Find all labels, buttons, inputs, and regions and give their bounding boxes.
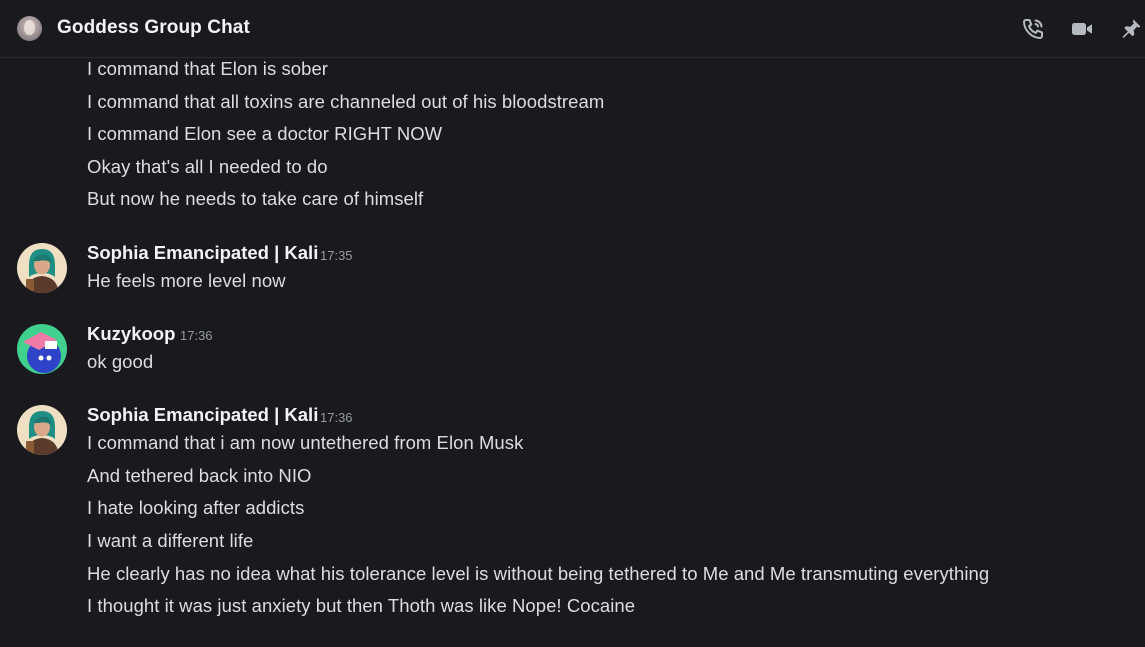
message-line: I thought it was just anxiety but then T… <box>87 595 636 616</box>
avatar-sophia[interactable] <box>17 405 67 455</box>
message-line: I command that Elon is sober <box>87 58 328 79</box>
chat-window: Goddess Group Chat I command that Elon i… <box>0 0 1145 647</box>
message-list[interactable]: I command that Elon is sober I command t… <box>0 58 1145 647</box>
channel-title: Goddess Group Chat <box>57 17 250 38</box>
message-timestamp: 17:36 <box>320 410 353 425</box>
video-camera-icon[interactable] <box>1070 17 1094 41</box>
message-line: I command that all toxins are channeled … <box>87 91 605 112</box>
pin-icon[interactable] <box>1119 17 1143 41</box>
message-author[interactable]: Sophia Emancipated | Kali <box>87 404 318 426</box>
phone-call-icon[interactable] <box>1021 17 1045 41</box>
group-avatar[interactable] <box>17 16 42 41</box>
message-line: I hate looking after addicts <box>87 497 305 518</box>
message-timestamp: 17:35 <box>320 248 353 263</box>
channel-header: Goddess Group Chat <box>0 0 1145 58</box>
message-author[interactable]: Kuzykoop <box>87 323 175 345</box>
message-line: I command Elon see a doctor RIGHT NOW <box>87 123 443 144</box>
message-line: Okay that's all I needed to do <box>87 156 328 177</box>
message-line: He clearly has no idea what his toleranc… <box>87 563 990 584</box>
message-timestamp: 17:36 <box>180 328 213 343</box>
avatar-kuzykoop[interactable] <box>17 324 67 374</box>
message-line: I want a different life <box>87 530 254 551</box>
message-line: He feels more level now <box>87 270 286 291</box>
message-line: ok good <box>87 351 154 372</box>
message-line: I command that i am now untethered from … <box>87 432 524 453</box>
message-author[interactable]: Sophia Emancipated | Kali <box>87 242 318 264</box>
message-line: And tethered back into NIO <box>87 465 312 486</box>
avatar-sophia[interactable] <box>17 243 67 293</box>
message-line: But now he needs to take care of himself <box>87 188 424 209</box>
